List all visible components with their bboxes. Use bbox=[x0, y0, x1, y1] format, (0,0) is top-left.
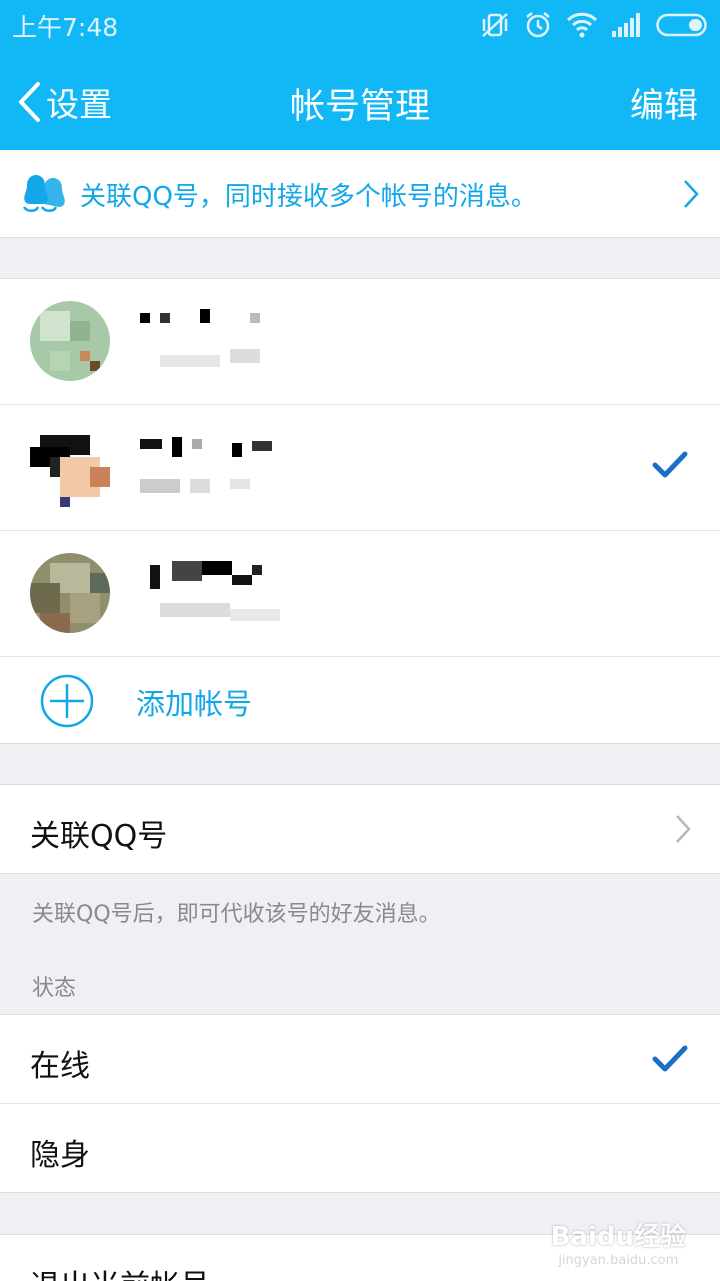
page-title: 帐号管理 bbox=[289, 87, 430, 127]
status-options: 在线 隐身 bbox=[0, 1014, 720, 1193]
qq-link-icon bbox=[22, 175, 65, 212]
link-qq-note: 关联QQ号后，即可代收该号的好友消息。 bbox=[32, 902, 441, 927]
accounts-list: 添加帐号 bbox=[0, 278, 720, 744]
account-id-obscured bbox=[138, 349, 338, 371]
status-option-label: 隐身 bbox=[30, 1138, 90, 1173]
account-row[interactable] bbox=[0, 405, 720, 531]
top-bar: 上午7:48 设置 帐号管理 编辑 bbox=[0, 0, 720, 150]
logout-label: 退出当前帐号 bbox=[30, 1261, 210, 1281]
account-name-obscured bbox=[138, 561, 338, 589]
link-qq-label: 关联QQ号 bbox=[30, 819, 168, 854]
status-option-invisible[interactable]: 隐身 bbox=[0, 1104, 720, 1192]
chevron-right-icon bbox=[684, 180, 699, 208]
wifi-icon bbox=[566, 12, 598, 38]
avatar bbox=[30, 301, 110, 381]
alarm-icon bbox=[526, 12, 550, 38]
account-id-obscured bbox=[138, 601, 338, 623]
baidu-watermark: Baidu经验 jingyan.baidu.com bbox=[551, 1216, 686, 1268]
account-row[interactable] bbox=[0, 279, 720, 405]
status-section-header: 状态 bbox=[32, 976, 77, 1001]
checkmark-icon bbox=[652, 1045, 688, 1072]
signal-icon bbox=[612, 13, 640, 37]
add-account-label: 添加帐号 bbox=[136, 687, 253, 721]
watermark-text: Baidu经验 bbox=[550, 1222, 686, 1252]
chevron-right-icon bbox=[676, 815, 691, 843]
account-row[interactable] bbox=[0, 531, 720, 657]
link-qq-row[interactable]: 关联QQ号 bbox=[0, 784, 720, 874]
account-name-obscured bbox=[138, 435, 338, 461]
link-qq-banner[interactable]: 关联QQ号，同时接收多个帐号的消息。 bbox=[0, 150, 720, 238]
status-bar: 上午7:48 bbox=[0, 0, 720, 50]
add-circle-icon bbox=[40, 674, 94, 728]
avatar bbox=[30, 427, 110, 507]
checkmark-icon bbox=[652, 451, 688, 478]
account-name-obscured bbox=[138, 309, 338, 335]
battery-icon bbox=[656, 13, 707, 37]
vibrate-off-icon bbox=[482, 13, 508, 37]
status-time: 上午7:48 bbox=[12, 13, 119, 42]
status-option-label: 在线 bbox=[30, 1049, 90, 1084]
account-id-obscured bbox=[138, 475, 338, 497]
edit-button[interactable]: 编辑 bbox=[630, 78, 698, 127]
add-account-button[interactable]: 添加帐号 bbox=[0, 657, 720, 743]
banner-text: 关联QQ号，同时接收多个帐号的消息。 bbox=[80, 182, 537, 212]
status-option-online[interactable]: 在线 bbox=[0, 1015, 720, 1104]
avatar bbox=[30, 553, 110, 633]
watermark-url: jingyan.baidu.com bbox=[558, 1253, 679, 1268]
nav-bar: 设置 帐号管理 编辑 bbox=[0, 50, 720, 150]
